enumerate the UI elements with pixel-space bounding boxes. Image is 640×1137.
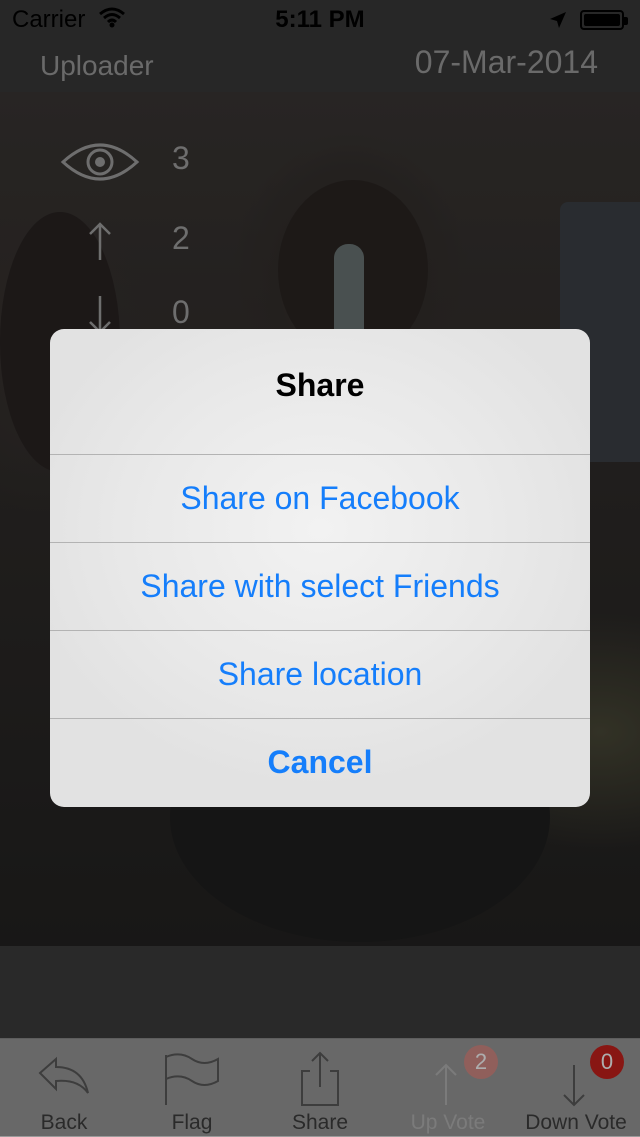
- cancel-button[interactable]: Cancel: [50, 719, 590, 806]
- share-location-button[interactable]: Share location: [50, 631, 590, 718]
- alert-title: Share: [275, 367, 365, 403]
- share-alert: Share Share on Facebook Share with selec…: [50, 329, 590, 807]
- share-facebook-button[interactable]: Share on Facebook: [50, 455, 590, 542]
- share-friends-button[interactable]: Share with select Friends: [50, 543, 590, 630]
